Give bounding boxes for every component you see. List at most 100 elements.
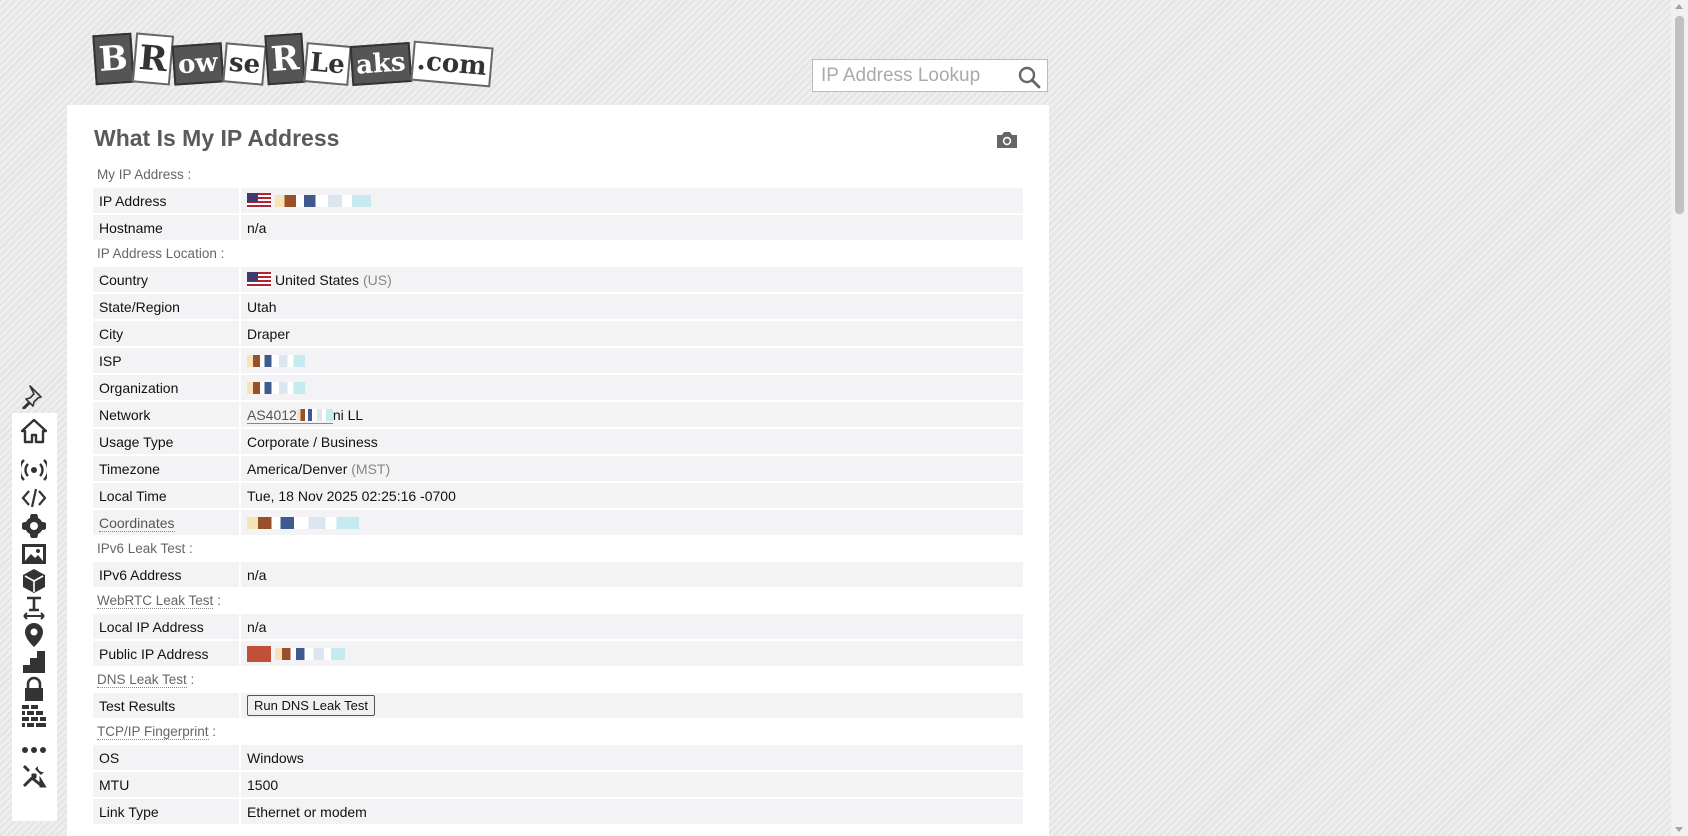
row-label: Usage Type [93,429,241,454]
page-scrollbar[interactable] [1671,0,1688,836]
site-logo[interactable]: B Row se R Le aks .com [92,20,493,88]
table-row: Network AS4012 ni LL [93,402,1023,427]
firewall-icon[interactable] [20,703,48,729]
redacted-value [275,647,345,660]
table-row: ISP [93,348,1023,373]
logo-letter: se [222,42,267,86]
row-value: n/a [241,215,1023,240]
section-colon: : [213,593,221,608]
run-dns-leak-test-button[interactable]: Run DNS Leak Test [247,695,375,716]
location-table: Country United States (US) State/Region … [93,265,1023,537]
row-value: Draper [241,321,1023,346]
row-value [241,641,1023,666]
row-label: Local Time [93,483,241,508]
dns-link[interactable]: DNS Leak Test [97,672,187,688]
dns-table: Test Results Run DNS Leak Test [93,691,1023,720]
table-row: Local Time Tue, 18 Nov 2025 02:25:16 -07… [93,483,1023,508]
logo-letter: R [131,32,175,86]
us-flag-icon [247,192,271,209]
main-panel: What Is My IP Address My IP Address : IP… [67,105,1049,836]
timezone-name: America/Denver [247,460,348,477]
ip-lookup-input[interactable] [813,60,1019,91]
row-value: Run DNS Leak Test [241,693,1023,718]
table-row: City Draper [93,321,1023,346]
flag-icon [247,645,271,662]
row-label: Hostname [93,215,241,240]
section-header-location: IP Address Location : [93,242,1023,267]
country-code: (US) [362,271,392,288]
row-label: Country [93,267,241,292]
row-label: State/Region [93,294,241,319]
table-row: MTU 1500 [93,772,1023,797]
webrtc-link[interactable]: WebRTC Leak Test [97,593,214,609]
row-value: Tue, 18 Nov 2025 02:25:16 -0700 [241,483,1023,508]
code-icon[interactable] [20,485,48,511]
my-ip-table: IP Address Hostname n/a [93,186,1023,242]
logo-letter: B [92,32,135,86]
location-icon[interactable] [20,622,48,648]
table-row: State/Region Utah [93,294,1023,319]
row-value [241,188,1023,213]
network-link[interactable]: AS4012 [247,406,333,424]
text-height-icon[interactable] [20,595,48,621]
home-icon[interactable] [20,418,48,444]
row-value: n/a [241,562,1023,587]
section-header-webrtc: WebRTC Leak Test : [93,589,1023,614]
chart-steps-icon[interactable] [20,649,48,675]
table-row: Test Results Run DNS Leak Test [93,693,1023,718]
scroll-up-arrow-icon[interactable] [1675,4,1683,9]
row-value: n/a [241,614,1023,639]
row-label: Link Type [93,799,241,824]
pin-icon[interactable] [18,383,44,409]
ipv6-table: IPv6 Address n/a [93,560,1023,589]
webrtc-table: Local IP Address n/a Public IP Address [93,612,1023,668]
row-value [241,375,1023,400]
row-label: Local IP Address [93,614,241,639]
row-label: ISP [93,348,241,373]
cube-icon[interactable] [20,568,48,594]
redacted-value [275,194,371,207]
camera-icon[interactable] [995,130,1019,150]
network-suffix: ni LL [332,406,364,423]
coordinates-link[interactable]: Coordinates [99,514,175,532]
section-header-tcpip: TCP/IP Fingerprint : [93,720,1023,745]
flower-icon[interactable] [20,513,48,539]
timezone-abbr: (MST) [351,460,391,477]
table-row: Hostname n/a [93,215,1023,240]
scrollbar-thumb[interactable] [1675,16,1684,214]
row-value: 1500 [241,772,1023,797]
row-label: City [93,321,241,346]
lock-icon[interactable] [20,676,48,702]
search-icon[interactable] [1017,65,1041,89]
redacted-value [247,381,305,394]
image-icon[interactable] [20,541,48,567]
row-label: Test Results [93,693,241,718]
us-flag-icon [247,271,271,288]
row-label: OS [93,745,241,770]
table-row: Country United States (US) [93,267,1023,292]
section-colon: : [208,724,217,739]
table-row: Timezone America/Denver (MST) [93,456,1023,481]
table-row: OS Windows [93,745,1023,770]
section-colon: : [186,672,195,687]
row-value [241,510,1023,535]
row-label: IPv6 Address [93,562,241,587]
scroll-down-arrow-icon[interactable] [1675,827,1683,832]
tools-icon[interactable] [20,763,48,789]
logo-letter: ow [171,42,225,86]
section-header-ipv6: IPv6 Leak Test : [93,537,1023,562]
table-row: Local IP Address n/a [93,614,1023,639]
logo-letter: .com [409,40,493,88]
row-label: Coordinates [93,510,241,535]
section-header-dns: DNS Leak Test : [93,668,1023,693]
table-row: IPv6 Address n/a [93,562,1023,587]
tcpip-link[interactable]: TCP/IP Fingerprint [97,724,209,740]
row-value: America/Denver (MST) [241,456,1023,481]
broadcast-icon[interactable] [20,457,48,483]
table-row: Organization [93,375,1023,400]
table-row: Coordinates [93,510,1023,535]
more-icon[interactable] [20,737,48,763]
country-name: United States [275,271,360,288]
row-value: United States (US) [241,267,1023,292]
row-label: Timezone [93,456,241,481]
